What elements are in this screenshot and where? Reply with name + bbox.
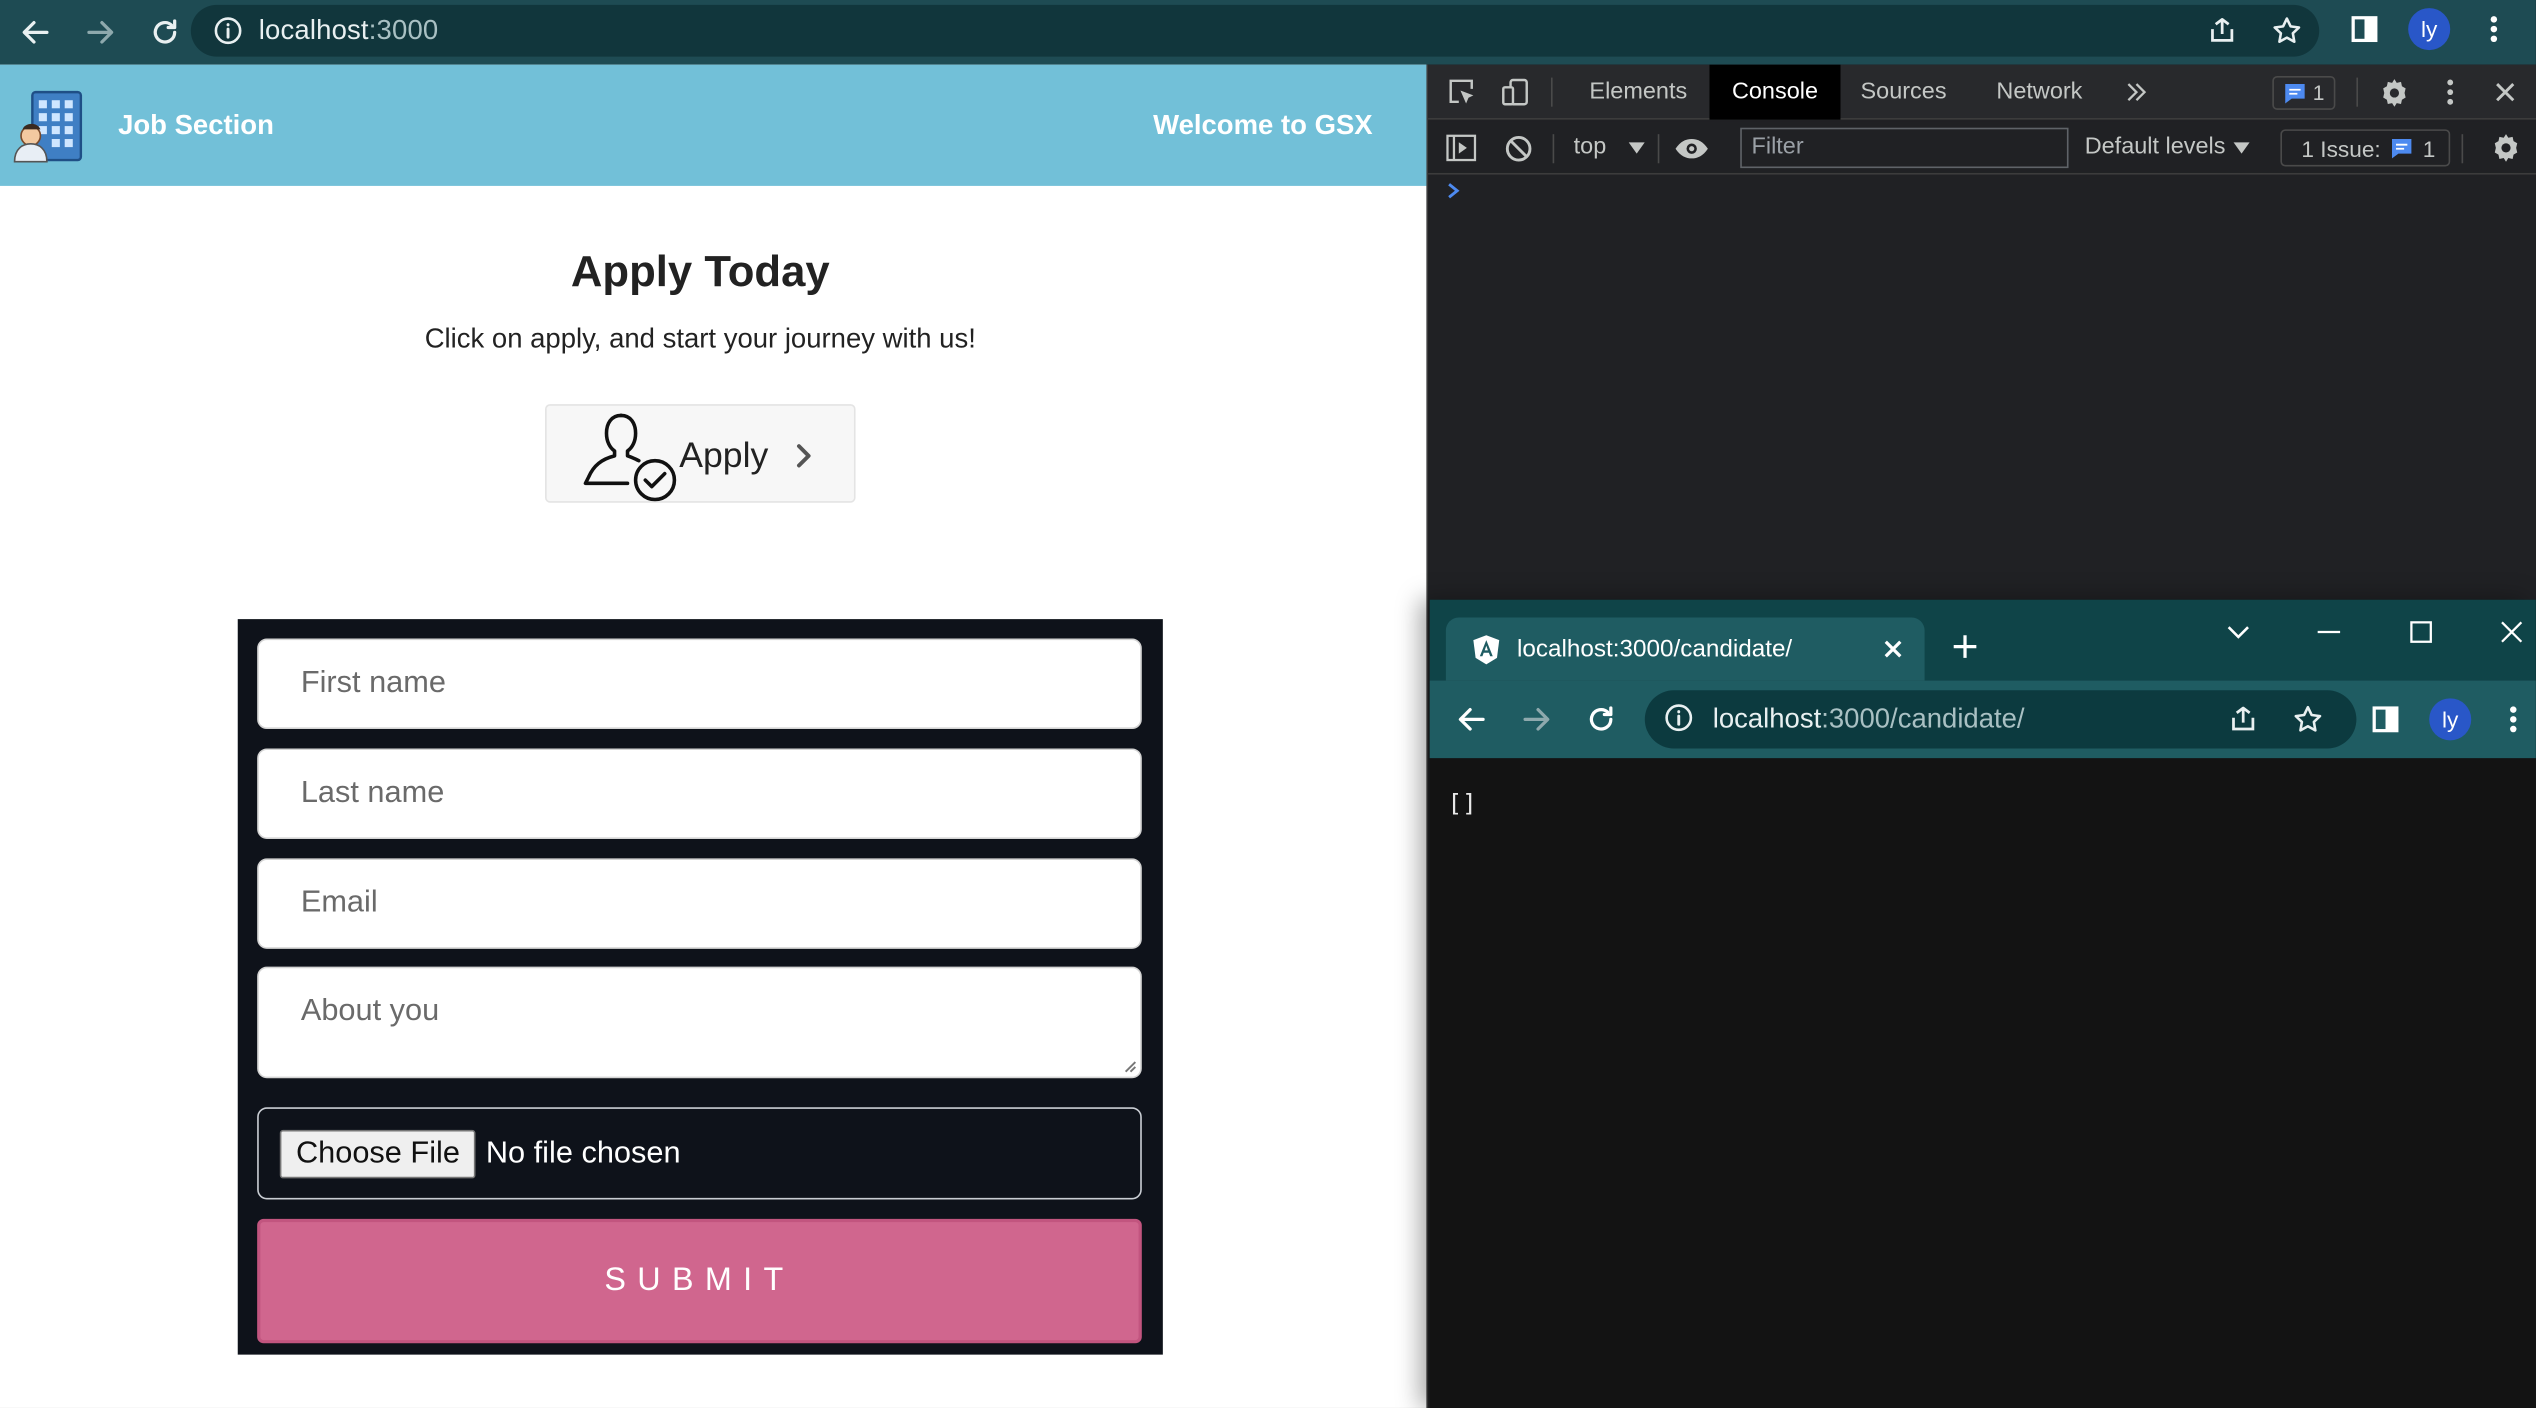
popup-menu-icon[interactable]: [2484, 690, 2536, 748]
levels-dropdown-icon[interactable]: [2217, 121, 2266, 174]
page-subtitle: Click on apply, and start your journey w…: [424, 323, 976, 355]
console-settings-icon[interactable]: [2481, 121, 2530, 174]
popup-tab-title: localhost:3000/candidate/: [1517, 635, 1793, 663]
context-dropdown-icon[interactable]: [1612, 121, 1661, 174]
back-icon[interactable]: [3, 5, 68, 60]
side-panel-icon[interactable]: [2332, 0, 2397, 58]
new-tab-plus-icon[interactable]: [1950, 632, 1979, 661]
devtools-tab-bar: Elements Console Sources Network 1: [1428, 64, 2536, 120]
welcome-text: Welcome to GSX: [1153, 109, 1373, 141]
popup-reload-icon[interactable]: [1572, 690, 1630, 748]
devtools-menu-icon[interactable]: [2426, 65, 2475, 120]
tab-search-chevron-icon[interactable]: [2212, 616, 2264, 648]
live-expression-eye-icon[interactable]: [1667, 121, 1716, 174]
about-placeholder: About you: [300, 994, 440, 1029]
popup-address-bar[interactable]: localhost:3000/candidate/: [1644, 690, 2357, 749]
user-check-icon: [576, 406, 683, 506]
browser-menu-icon[interactable]: [2462, 0, 2527, 58]
about-textarea[interactable]: About you: [257, 966, 1142, 1079]
brand-title[interactable]: Job Section: [118, 110, 274, 142]
tab-elements[interactable]: Elements: [1570, 65, 1706, 120]
chevron-right-icon: [792, 441, 815, 470]
inspect-element-icon[interactable]: [1438, 65, 1487, 120]
popup-browser-window: localhost:3000/candidate/ localhost:3000…: [1429, 599, 2536, 1408]
console-toolbar: top Filter Default levels 1 Issue: 1: [1428, 121, 2536, 175]
angular-favicon-icon: [1470, 634, 1502, 666]
close-window-icon[interactable]: [2486, 616, 2536, 648]
minimize-window-icon[interactable]: [2303, 616, 2355, 648]
message-icon: [2285, 83, 2305, 103]
sidebar-toggle-icon[interactable]: [1436, 121, 1485, 174]
messages-badge[interactable]: 1: [2272, 75, 2336, 110]
popup-tab-strip: localhost:3000/candidate/: [1429, 599, 2536, 681]
clear-console-icon[interactable]: [1494, 121, 1543, 174]
maximize-window-icon[interactable]: [2395, 616, 2447, 648]
bookmark-star-icon[interactable]: [2255, 5, 2320, 57]
forward-icon[interactable]: [68, 5, 133, 60]
device-toolbar-icon[interactable]: [1491, 65, 1540, 120]
console-filter-input[interactable]: Filter: [1740, 127, 2069, 169]
building-logo-icon: [10, 87, 88, 165]
last-name-input[interactable]: Last name: [257, 748, 1142, 839]
issue-message-icon: [2392, 138, 2412, 158]
popup-share-icon[interactable]: [2214, 690, 2272, 748]
popup-profile-avatar[interactable]: ly: [2429, 698, 2472, 741]
close-tab-icon[interactable]: [1883, 639, 1904, 660]
popup-forward-icon[interactable]: [1507, 690, 1565, 748]
resize-grip-icon[interactable]: [1121, 1057, 1137, 1073]
tab-network[interactable]: Network: [1971, 65, 2107, 120]
file-upload-input[interactable]: Choose File No file chosen: [257, 1107, 1142, 1200]
popup-site-info-icon[interactable]: [1664, 703, 1693, 732]
submit-button[interactable]: SUBMIT: [257, 1218, 1142, 1344]
close-devtools-icon[interactable]: [2481, 65, 2530, 120]
tab-sources[interactable]: Sources: [1845, 65, 1961, 120]
console-prompt-icon[interactable]: [1446, 181, 1462, 200]
profile-avatar[interactable]: ly: [2408, 8, 2451, 51]
popup-side-panel-icon[interactable]: [2356, 690, 2414, 748]
address-bar[interactable]: localhost:3000: [190, 4, 2320, 57]
first-name-input[interactable]: First name: [257, 638, 1142, 730]
site-info-icon[interactable]: [213, 16, 242, 45]
popup-back-icon[interactable]: [1443, 690, 1501, 748]
popup-bookmark-star-icon[interactable]: [2279, 690, 2337, 748]
app-header: Job Section Welcome to GSX: [0, 64, 1427, 186]
popup-tab[interactable]: localhost:3000/candidate/: [1445, 617, 1925, 681]
application-form: First name Last name Email About you Cho…: [237, 619, 1163, 1355]
json-response-text: []: [1447, 788, 1477, 818]
email-input[interactable]: Email: [257, 858, 1142, 949]
choose-file-button[interactable]: Choose File: [279, 1129, 477, 1178]
log-levels-selector[interactable]: Default levels: [2085, 134, 2226, 160]
popup-url-text: localhost:3000/candidate/: [1712, 703, 2025, 734]
context-selector[interactable]: top: [1574, 134, 1607, 160]
no-file-text: No file chosen: [485, 1135, 681, 1170]
popup-toolbar: localhost:3000/candidate/: [1429, 680, 2536, 759]
more-tabs-icon[interactable]: [2112, 65, 2161, 120]
tab-console[interactable]: Console: [1709, 64, 1841, 120]
share-icon[interactable]: [2190, 5, 2255, 57]
url-text: localhost:3000: [258, 14, 439, 46]
messages-count: 1: [2312, 80, 2325, 106]
issues-button[interactable]: 1 Issue: 1: [2280, 129, 2450, 167]
page-title: Apply Today: [570, 247, 830, 296]
settings-gear-icon[interactable]: [2369, 65, 2418, 120]
reload-icon[interactable]: [133, 5, 198, 60]
issues-count: 1: [2422, 134, 2436, 161]
browser-toolbar: localhost:3000 ly: [0, 0, 2536, 65]
web-page: Job Section Welcome to GSX Apply Today C…: [0, 64, 1427, 1408]
apply-label: Apply: [679, 434, 769, 476]
issues-label: 1 Issue:: [2301, 134, 2381, 161]
apply-button[interactable]: Apply: [545, 404, 856, 503]
